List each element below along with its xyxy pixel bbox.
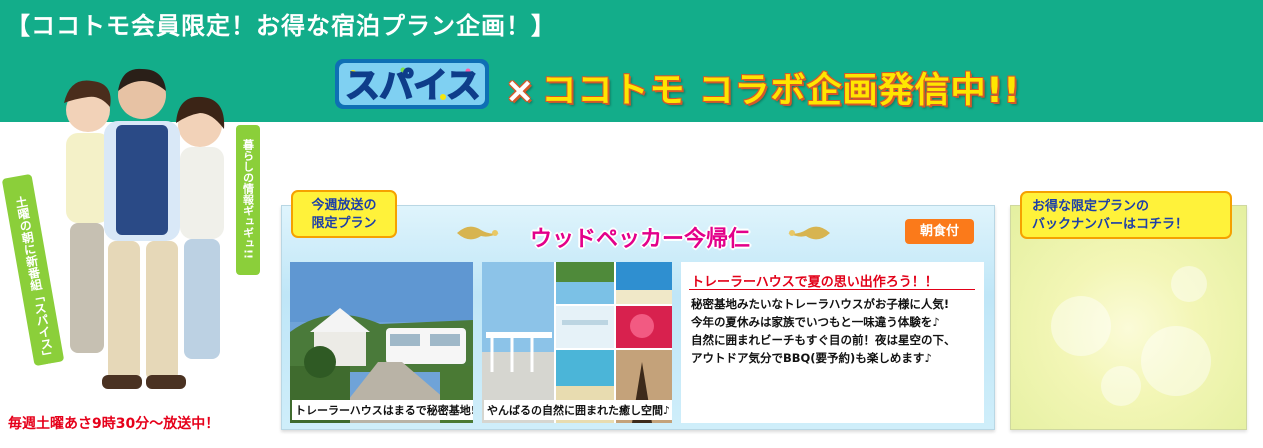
photo1-caption: トレーラーハウスはまるで秘密基地! — [292, 400, 473, 420]
weekly-label-line1: 今週放送の — [311, 198, 377, 213]
tagline-right: 暮らしの情報ギュギュ!! — [242, 138, 256, 259]
description-divider — [689, 289, 975, 290]
bokeh-light — [1171, 266, 1207, 302]
weekly-plan-label: 今週放送の 限定プラン — [291, 190, 397, 238]
hotel-name[interactable]: ウッドペッカー今帰仁 — [440, 221, 840, 253]
backnumber-line1: お得な限定プランの — [1032, 199, 1150, 214]
hosts-photo: 土曜の朝に新番組「スパイス」スタート! 暮らしの情報ギュギュ!! — [0, 55, 280, 415]
ornament-right-icon — [788, 226, 830, 240]
spice-logo[interactable]: スパイス — [333, 55, 493, 115]
photo2-caption: やんばるの自然に囲まれた癒し空間♪ — [484, 400, 672, 420]
description-line: アウトドア気分でBBQ(要予約)も楽しめます♪ — [691, 351, 932, 365]
logo-text: スパイス — [346, 66, 481, 106]
backnumber-link[interactable]: お得な限定プランの バックナンバーはコチラ！ — [1020, 191, 1232, 239]
bokeh-light — [1101, 366, 1141, 406]
backnumber-line2: バックナンバーはコチラ！ — [1032, 217, 1189, 232]
collab-headline: × ココトモ コラボ企画発信中!! — [505, 62, 1020, 113]
weekly-label-line2: 限定プラン — [311, 216, 377, 231]
description-line: 秘密基地みたいなトレーラハウスがお子様に人気! — [691, 297, 950, 311]
bokeh-light — [1141, 326, 1211, 396]
plan-description: トレーラーハウスで夏の思い出作ろう！！ 秘密基地みたいなトレーラハウスがお子様に… — [681, 262, 984, 423]
description-line: 自然に囲まれビーチもすぐ目の前！夜は星空の下、 — [691, 333, 956, 347]
nature-collage-photo[interactable]: やんばるの自然に囲まれた癒し空間♪ — [482, 262, 672, 423]
bokeh-light — [1051, 296, 1111, 356]
description-title: トレーラーハウスで夏の思い出作ろう！！ — [691, 275, 938, 290]
trailer-house-photo[interactable]: トレーラーハウスはまるで秘密基地! — [290, 262, 473, 423]
breakfast-badge: 朝食付 — [905, 219, 974, 244]
collab-text: ココトモ コラボ企画発信中!! — [541, 71, 1021, 111]
banner-title: 【ココトモ会員限定！お得な宿泊プラン企画！】 — [6, 12, 556, 40]
description-line: 今年の夏休みは家族でいつもと一味違う体験を♪ — [691, 315, 940, 329]
broadcast-schedule: 毎週土曜あさ9時30分〜放送中！ — [8, 416, 220, 432]
description-body: 秘密基地みたいなトレーラハウスがお子様に人気! 今年の夏休みは家族でいつもと一味… — [691, 295, 983, 367]
collab-x: × — [505, 71, 536, 111]
